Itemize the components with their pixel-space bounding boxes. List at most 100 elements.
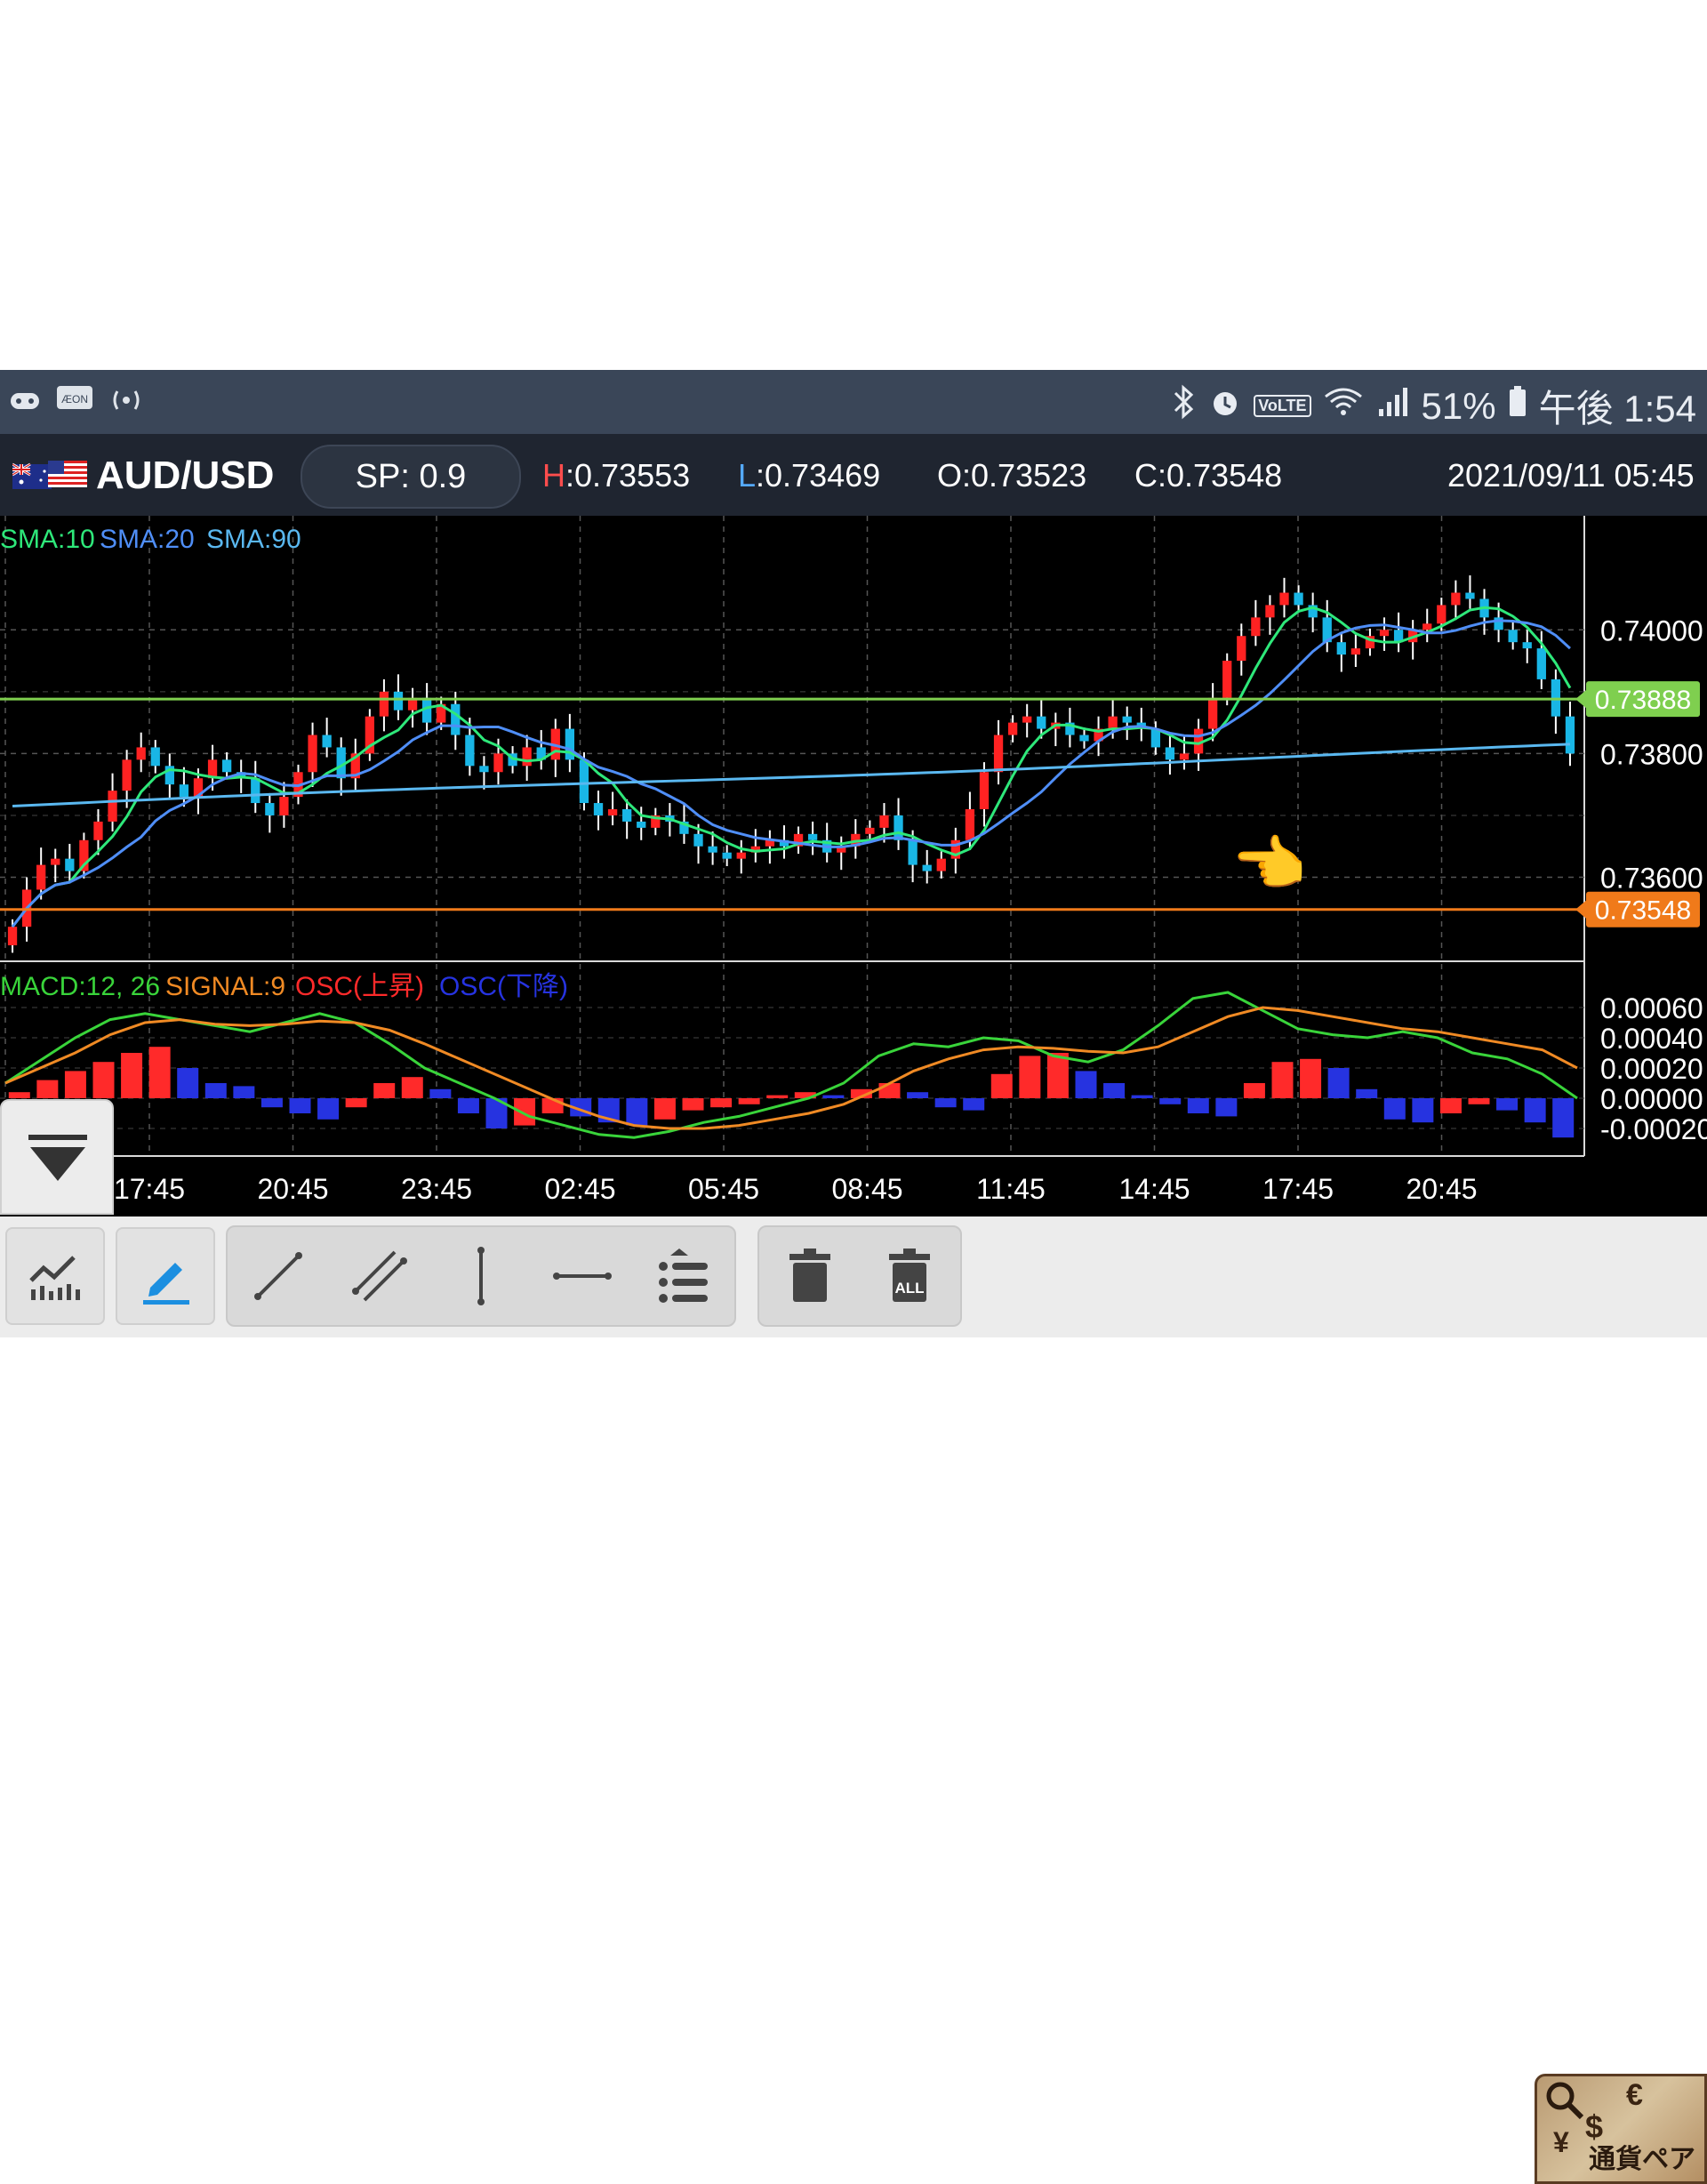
list-icon [659, 1249, 708, 1303]
trend-line-icon [254, 1252, 302, 1300]
indicator-button[interactable] [5, 1227, 105, 1325]
collapse-arrow-icon [28, 1135, 87, 1181]
candle-body [479, 766, 489, 773]
osc-bar [1327, 1068, 1350, 1098]
sma-legend-item: SMA:20 [100, 525, 195, 554]
draw-button[interactable] [116, 1227, 215, 1325]
candle-body [807, 833, 818, 840]
close-price: C:0.73548 [1134, 457, 1283, 494]
osc-bar [1271, 1062, 1294, 1098]
osc-bar [1046, 1053, 1069, 1098]
bluetooth-icon [1170, 382, 1197, 430]
osc-bar [36, 1080, 59, 1098]
candle-body [908, 839, 918, 865]
x-tick-label: 23:45 [401, 1173, 472, 1205]
candle-body [150, 747, 160, 767]
osc-bar [64, 1071, 86, 1098]
currency-pair-button[interactable]: € $ ¥ 通貨ペア [1535, 2074, 1707, 2184]
delete-all-button[interactable]: ALL [861, 1227, 958, 1325]
alarm-icon [1207, 382, 1243, 430]
candle-body [1536, 648, 1546, 679]
low-price: L:0.73469 [738, 457, 881, 494]
macd-tick-label: -0.00020 [1600, 1113, 1707, 1145]
osc-bar [1524, 1098, 1546, 1123]
candle-body [251, 778, 260, 804]
osc-bar [177, 1068, 199, 1098]
pencil-icon [143, 1263, 189, 1305]
aeon-app-icon: ÆON [55, 382, 94, 418]
candle-body [451, 703, 461, 735]
collapse-panel-button[interactable] [0, 1099, 114, 1215]
delete-button[interactable] [761, 1227, 859, 1325]
candle-body [221, 759, 232, 773]
candle-body [522, 747, 532, 767]
game-controller-icon [7, 382, 43, 418]
volte-icon: VoLTE [1254, 395, 1311, 417]
price-line-pointer [1575, 900, 1586, 919]
x-tick-label: 11:45 [976, 1173, 1046, 1205]
aud-usd-flag-icon [12, 461, 87, 489]
candle-body [322, 735, 332, 748]
spread-badge: SP: 0.9 [301, 445, 521, 509]
candle-body [36, 864, 46, 890]
osc-bar [204, 1083, 227, 1098]
osc-bar [1412, 1098, 1434, 1123]
candle-body [465, 735, 475, 767]
osc-bar [260, 1098, 283, 1108]
osc-bar [289, 1098, 311, 1113]
currency-pair[interactable]: AUD/USD [96, 454, 274, 498]
candle-body [1208, 697, 1218, 729]
line-list-button[interactable] [635, 1227, 733, 1325]
delete-all-label: ALL [894, 1280, 924, 1297]
candle-body [965, 809, 975, 840]
osc-bar [1215, 1098, 1238, 1117]
candle-body [279, 797, 289, 815]
osc-bar [233, 1086, 255, 1098]
osc-bar [682, 1098, 704, 1111]
open-price: O:0.73523 [937, 457, 1087, 494]
candle-body [1294, 592, 1303, 606]
magnifier-icon [1546, 2082, 1584, 2120]
x-tick-label: 05:45 [688, 1173, 759, 1205]
osc-bar [1187, 1098, 1209, 1113]
osc-bar [429, 1088, 452, 1098]
osc-bar [1131, 1095, 1153, 1098]
osc-bar [1383, 1098, 1406, 1120]
candle-body [1037, 716, 1046, 729]
osc-bar [1468, 1098, 1490, 1104]
macd-tick-label: 0.00000 [1600, 1083, 1703, 1115]
osc-bar [1019, 1056, 1041, 1098]
candle-body [1565, 716, 1575, 754]
horizontal-line-icon [553, 1273, 612, 1280]
sma-legend-item: SMA:10 [0, 525, 95, 554]
osc-bar [710, 1098, 733, 1108]
osc-bar [401, 1077, 423, 1098]
osc-bar [514, 1098, 536, 1126]
osc-bar [822, 1095, 845, 1098]
macd-tick-label: 0.00020 [1600, 1053, 1703, 1085]
channel-line-button[interactable] [331, 1227, 429, 1325]
candle-body [93, 821, 103, 840]
trading-app: ÆON VoLTE 51% 午後 1:54 AUD/USD SP: 0.9 H:… [0, 370, 1707, 2184]
macd-legend-item: OSC(下降) [439, 972, 568, 1001]
osc-bar [990, 1073, 1013, 1098]
osc-bar [907, 1092, 929, 1098]
candle-body [1522, 642, 1532, 649]
candle-body [1122, 716, 1132, 723]
horizontal-line-button[interactable] [533, 1227, 631, 1325]
price-line-label: 0.73888 [1595, 686, 1691, 715]
chart-indicator-icon [29, 1256, 80, 1300]
price-chart[interactable]: 17:45 20:45 23:45 02:45 05:45 08:45 11:45 14:45… [0, 516, 1707, 1214]
osc-bar [148, 1047, 171, 1098]
candle-body [1237, 636, 1246, 662]
vertical-line-button[interactable] [432, 1227, 530, 1325]
osc-bar [1356, 1088, 1378, 1098]
x-tick-label: 14:45 [1118, 1173, 1190, 1205]
sma-20-line [11, 619, 1571, 928]
sma-10-line [11, 606, 1572, 928]
candle-body [1108, 716, 1118, 729]
trend-line-button[interactable] [229, 1227, 327, 1325]
candle-body [136, 747, 146, 760]
candle-body [579, 759, 589, 804]
price-line-pointer [1575, 690, 1586, 709]
